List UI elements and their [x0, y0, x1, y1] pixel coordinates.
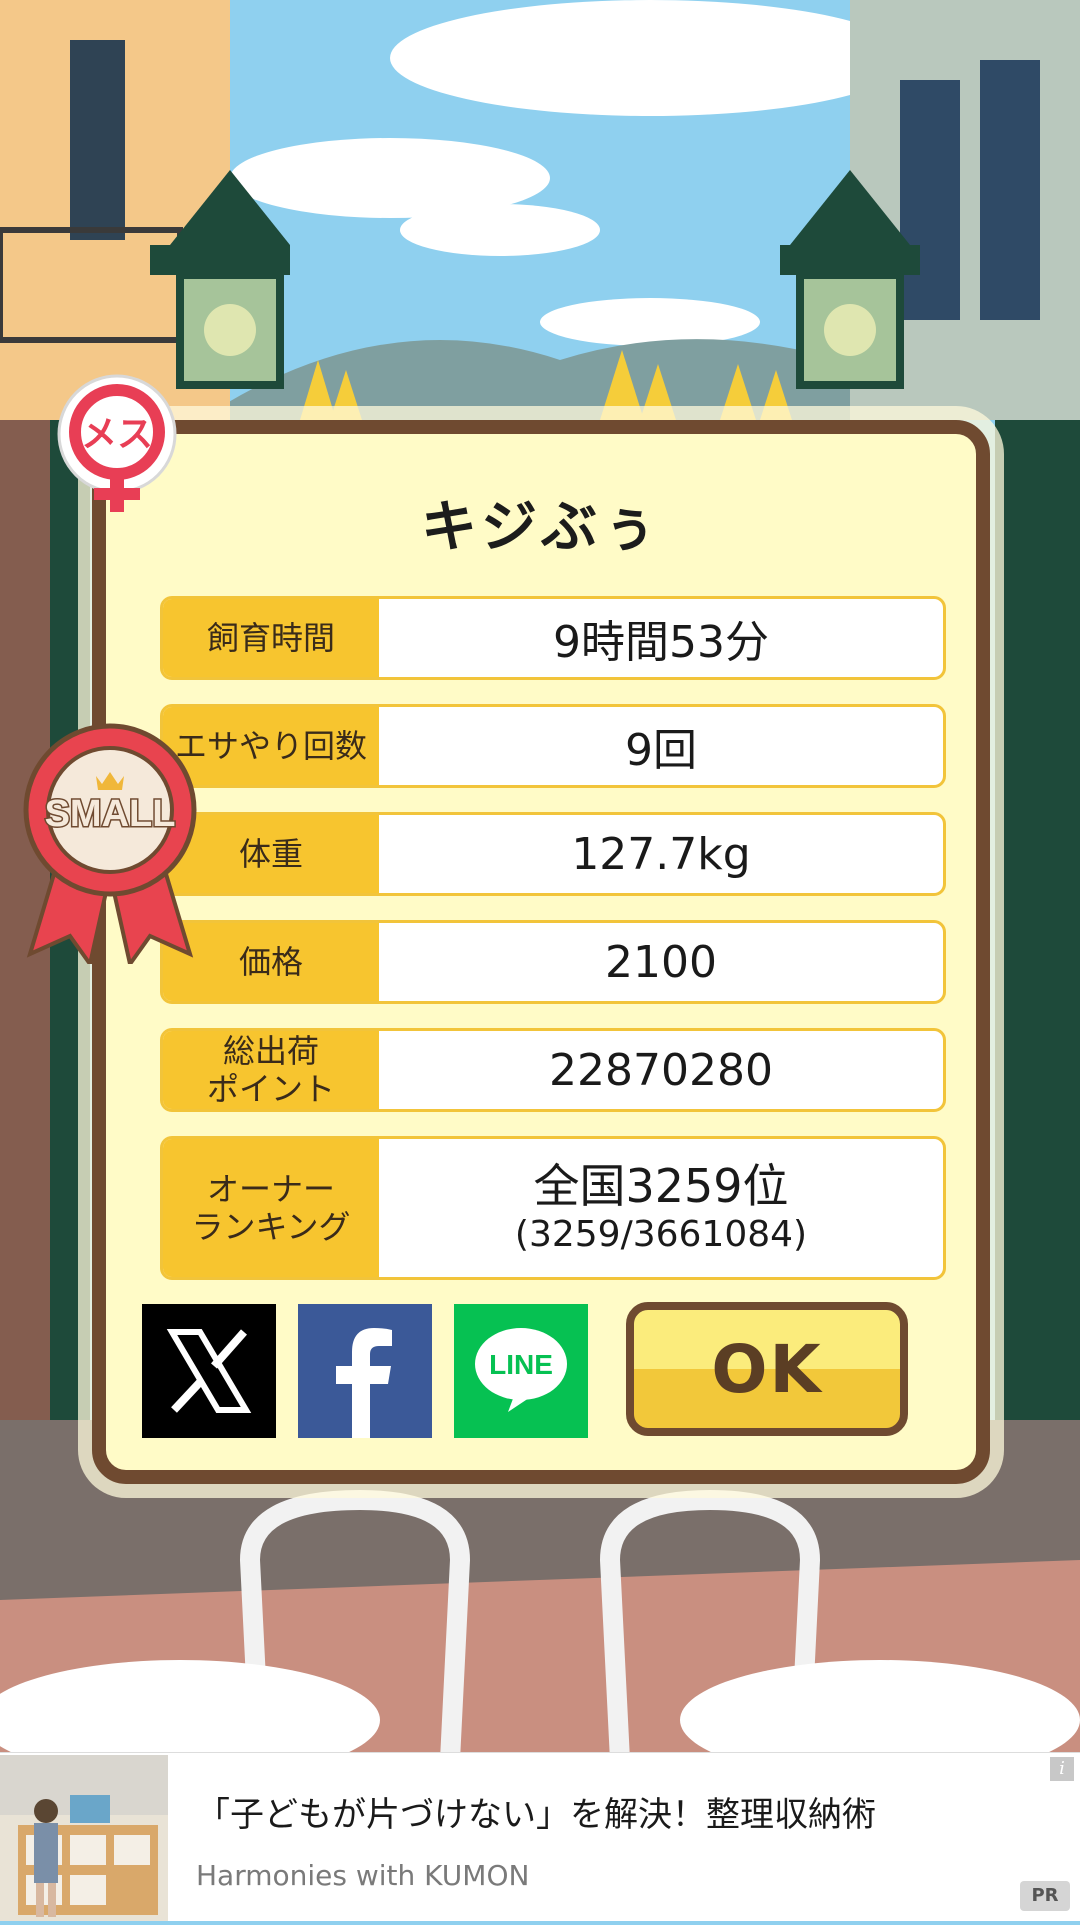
- size-badge-text: SMALL: [45, 793, 176, 835]
- weight-row: 体重 127.7kg: [160, 812, 946, 896]
- ad-image[interactable]: [0, 1755, 168, 1921]
- share-facebook-button[interactable]: [298, 1304, 432, 1438]
- ranking-value-block: 全国3259位 (3259/3661084): [379, 1139, 943, 1277]
- breeding-time-value: 9時間53分: [553, 617, 769, 668]
- feed-count-value: 9回: [625, 725, 697, 776]
- female-gender-badge: メス: [52, 372, 182, 522]
- ad-headline[interactable]: 「子どもが片づけない」を解決！整理収納術: [196, 1787, 876, 1836]
- shipping-points-value: 22870280: [549, 1044, 773, 1096]
- ranking-value: 全国3259位: [533, 1159, 789, 1213]
- female-symbol-icon: メス: [57, 374, 177, 512]
- price-row: 価格 2100: [160, 920, 946, 1004]
- pig-name: キジぶぅ: [421, 495, 661, 560]
- price-value: 2100: [605, 936, 717, 988]
- share-x-button[interactable]: [142, 1304, 276, 1438]
- weight-value: 127.7kg: [571, 828, 751, 880]
- feed-count-row: エサやり回数 9回: [160, 704, 946, 788]
- share-line-button[interactable]: LINE: [454, 1304, 588, 1438]
- ranking-label: オーナー ランキング: [163, 1139, 379, 1277]
- ribbon-icon: SMALL: [23, 723, 197, 969]
- shipping-points-label: 総出荷 ポイント: [163, 1031, 379, 1109]
- ranking-row: オーナー ランキング 全国3259位 (3259/3661084): [160, 1136, 946, 1280]
- breeding-time-label: 飼育時間: [163, 599, 379, 677]
- ranking-detail: (3259/3661084): [514, 1214, 808, 1255]
- ad-banner[interactable]: 「子どもが片づけない」を解決！整理収納術 Harmonies with KUMO…: [0, 1752, 1080, 1921]
- x-logo-icon: [166, 1329, 252, 1413]
- ad-advertiser: Harmonies with KUMON: [196, 1859, 530, 1892]
- shipping-points-row: 総出荷 ポイント 22870280: [160, 1028, 946, 1112]
- line-logo-icon: LINE: [475, 1328, 567, 1412]
- size-ribbon-badge: SMALL: [20, 714, 200, 969]
- ad-pr-badge: PR: [1020, 1881, 1070, 1911]
- ok-button[interactable]: OK: [626, 1302, 908, 1436]
- ad-info-icon[interactable]: i: [1050, 1757, 1074, 1781]
- facebook-logo-icon: [336, 1328, 392, 1438]
- line-logo-text: LINE: [489, 1349, 553, 1380]
- pig-info-panel: キジぶぅ 飼育時間 9時間53分 エサやり回数 9回 体重 127.7kg 価格…: [92, 420, 990, 1484]
- gender-badge-text: メス: [81, 414, 153, 455]
- breeding-time-row: 飼育時間 9時間53分: [160, 596, 946, 680]
